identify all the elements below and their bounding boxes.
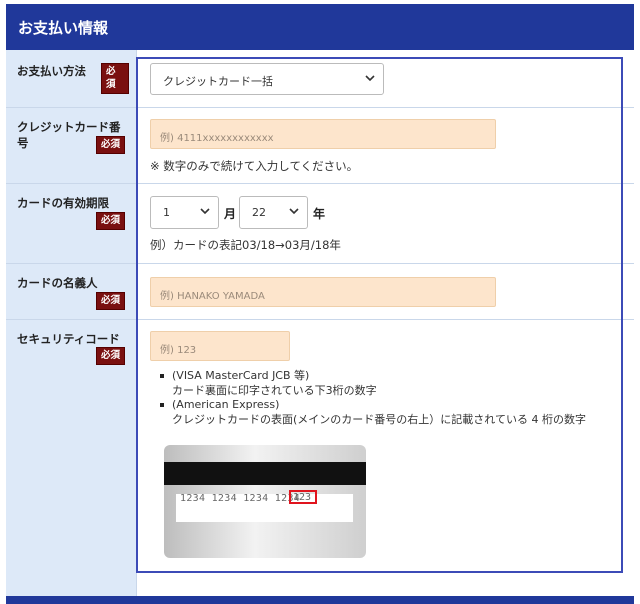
- chevron-down-icon: [289, 208, 299, 215]
- card-number-input[interactable]: 例) 4111xxxxxxxxxxxx: [150, 119, 496, 149]
- chevron-down-icon: [365, 75, 375, 82]
- row-divider: [6, 263, 634, 264]
- expiry-label: カードの有効期限: [17, 196, 109, 210]
- security-code-input[interactable]: 例) 123: [150, 331, 290, 361]
- card-number-sample: 1234 1234 1234 1234: [180, 493, 301, 504]
- payment-method-label: お支払い方法 必須: [17, 63, 129, 94]
- security-code-label: セキュリティコード: [17, 332, 120, 346]
- required-badge: 必須: [96, 292, 126, 310]
- magnetic-stripe: [164, 462, 366, 485]
- card-number-note: ※ 数字のみで続けて入力してください。: [150, 159, 359, 173]
- required-badge: 必須: [96, 136, 126, 154]
- year-unit: 年: [313, 207, 326, 221]
- section-title: お支払い情報: [18, 19, 109, 37]
- expiry-note: 例）カードの表記03/18→03月/18年: [150, 238, 341, 252]
- row-divider: [6, 107, 634, 108]
- row-divider: [6, 183, 634, 184]
- required-badge: 必須: [101, 63, 129, 94]
- row-divider: [6, 319, 634, 320]
- holder-name-label: カードの名義人: [17, 276, 98, 290]
- required-badge: 必須: [96, 347, 126, 365]
- list-item: (VISA MasterCard JCB 等): [160, 369, 586, 384]
- footer-bar: [6, 596, 634, 604]
- payment-method-select[interactable]: クレジットカード一括: [150, 63, 384, 95]
- holder-name-input[interactable]: 例) HANAKO YAMADA: [150, 277, 496, 307]
- list-item-desc: クレジットカードの表面(メインのカード番号の右上）に記載されている 4 桁の数字: [172, 412, 586, 426]
- card-back-illustration: 1234 1234 1234 1234 123: [164, 445, 366, 558]
- section-header: お支払い情報: [6, 4, 634, 50]
- list-item: (American Express): [160, 398, 586, 413]
- list-item-desc: カード裏面に印字されている下3桁の数字: [172, 383, 377, 397]
- cvv-highlight: 123: [289, 490, 317, 504]
- chevron-down-icon: [200, 208, 210, 215]
- expiry-year-select[interactable]: 22: [239, 196, 308, 229]
- security-code-help-list: (VISA MasterCard JCB 等) カード裏面に印字されている下3桁…: [160, 369, 586, 427]
- expiry-month-select[interactable]: 1: [150, 196, 219, 229]
- required-badge: 必須: [96, 212, 126, 230]
- month-unit: 月: [224, 207, 237, 221]
